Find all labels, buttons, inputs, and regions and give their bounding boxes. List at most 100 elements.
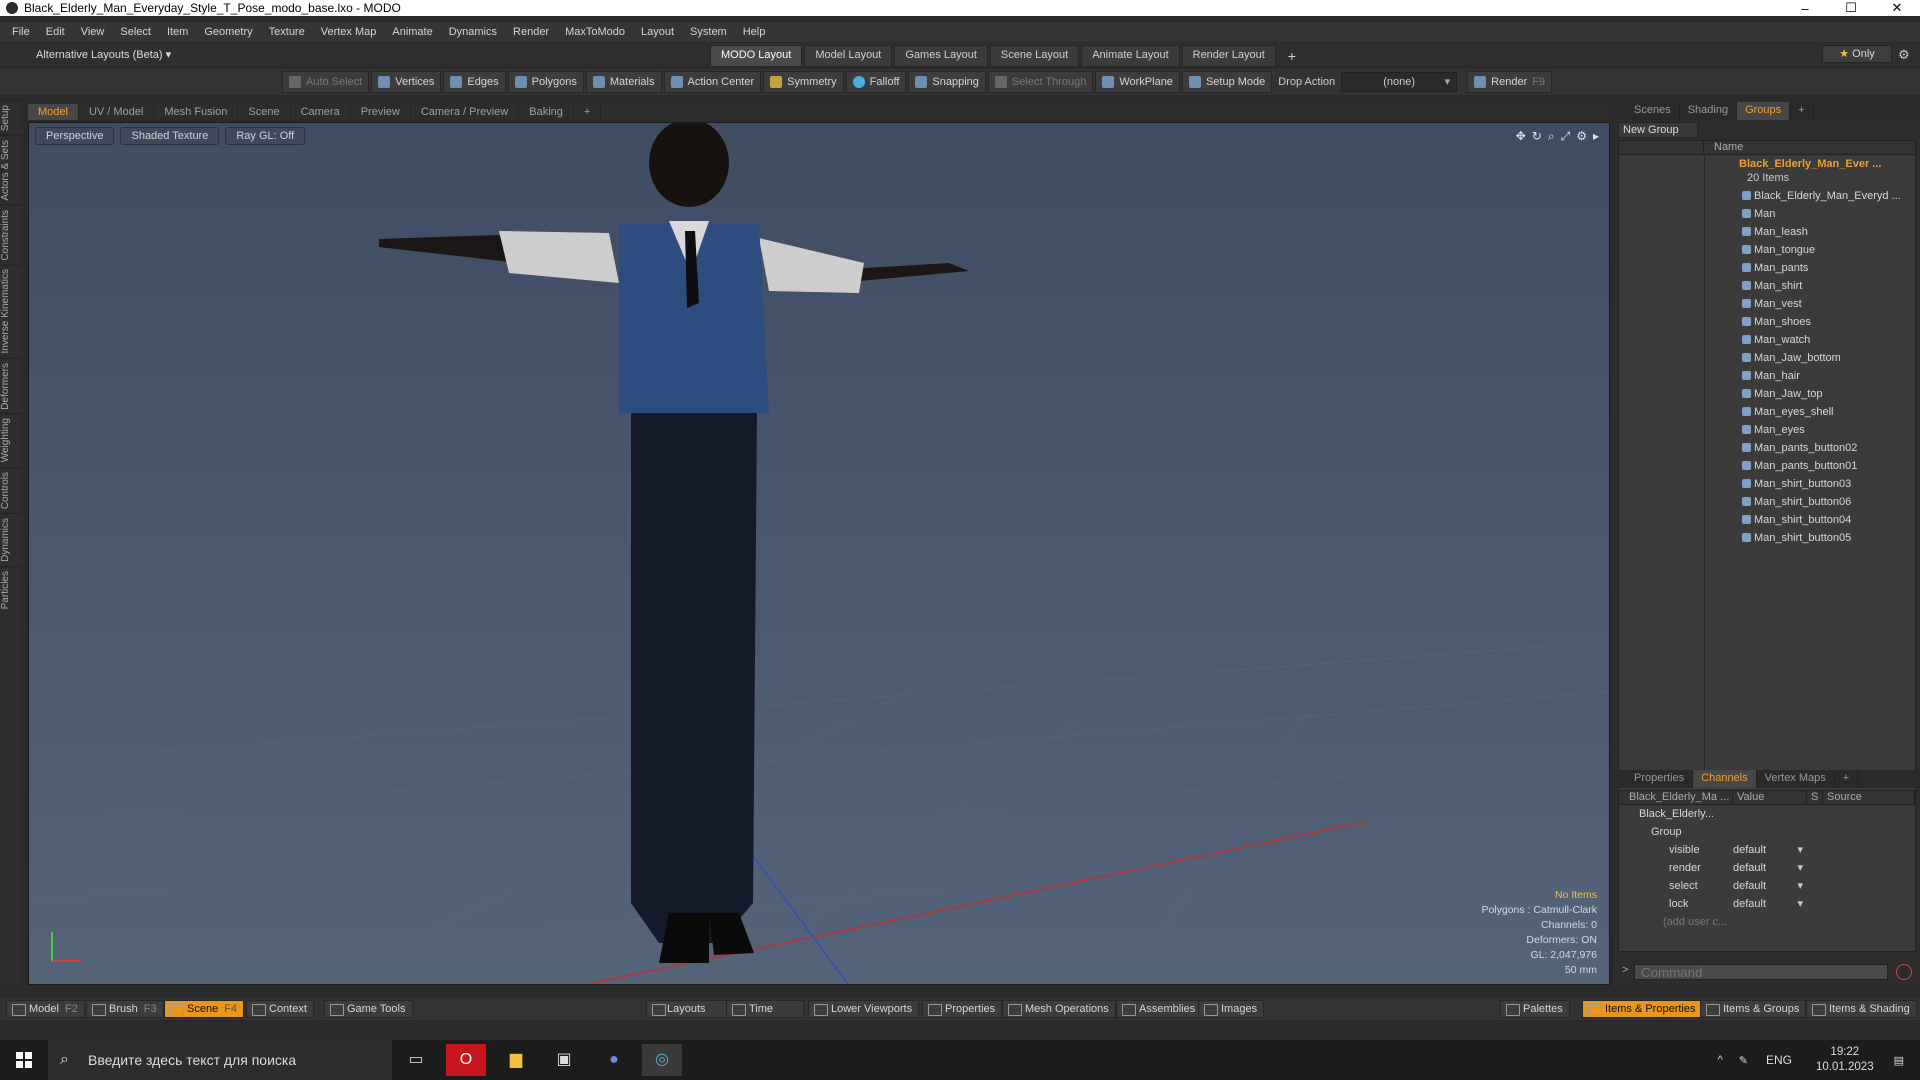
menu-file[interactable]: File xyxy=(4,26,38,38)
layout-tab-games[interactable]: Games Layout xyxy=(894,45,988,67)
channel-value-dropdown[interactable]: default ▾ xyxy=(1733,895,1807,913)
task-view-icon[interactable]: ▭ xyxy=(396,1044,436,1076)
list-item[interactable]: Man_shirt_button06 xyxy=(1619,493,1915,511)
left-tab-inverse-kinematics[interactable]: Inverse Kinematics xyxy=(0,264,22,358)
chevron-up-icon[interactable]: ^ xyxy=(1718,1054,1723,1066)
bottom-images-button[interactable]: Images xyxy=(1198,1000,1265,1018)
bottom-mesh-operations-button[interactable]: Mesh Operations xyxy=(1002,1000,1116,1018)
menu-layout[interactable]: Layout xyxy=(633,26,682,38)
list-item[interactable]: Man_Jaw_bottom xyxy=(1619,349,1915,367)
list-item[interactable]: Man_vest xyxy=(1619,295,1915,313)
menu-vertex-map[interactable]: Vertex Map xyxy=(313,26,385,38)
menu-edit[interactable]: Edit xyxy=(38,26,73,38)
menu-system[interactable]: System xyxy=(682,26,735,38)
left-tab-dynamics[interactable]: Dynamics xyxy=(0,513,22,566)
list-item[interactable]: Man xyxy=(1619,205,1915,223)
edges-button[interactable]: Edges xyxy=(443,71,506,93)
left-tab-weighting[interactable]: Weighting xyxy=(0,413,22,467)
menu-help[interactable]: Help xyxy=(735,26,774,38)
minimize-button[interactable]: – xyxy=(1782,1,1828,16)
list-item[interactable]: Man_hair xyxy=(1619,367,1915,385)
list-item[interactable]: Man_pants_button02 xyxy=(1619,439,1915,457)
rotate-icon[interactable]: ↻ xyxy=(1532,129,1542,144)
left-tab-constraints[interactable]: Constraints xyxy=(0,204,22,265)
bottom-context-button[interactable]: Context xyxy=(246,1000,314,1018)
command-input[interactable] xyxy=(1634,964,1888,980)
maximize-button[interactable]: ☐ xyxy=(1828,0,1874,16)
bottom-layouts-button[interactable]: Layouts xyxy=(646,1000,727,1018)
bottom-properties-button[interactable]: Properties xyxy=(922,1000,1003,1018)
menu-maxtomodo[interactable]: MaxToModo xyxy=(557,26,633,38)
list-item[interactable]: Man_pants xyxy=(1619,259,1915,277)
group-row[interactable]: Black_Elderly_Man_Ever ... 20 Items xyxy=(1619,155,1915,187)
taskbar-clock[interactable]: 19:22 10.01.2023 xyxy=(1816,1045,1874,1075)
bottom-assemblies-button[interactable]: Assemblies xyxy=(1116,1000,1203,1018)
left-tab-particles[interactable]: Particles xyxy=(0,565,22,614)
list-item[interactable]: Man_shirt xyxy=(1619,277,1915,295)
add-viewport-tab-button[interactable]: + xyxy=(574,104,602,120)
workplane-button[interactable]: WorkPlane xyxy=(1095,71,1180,93)
layout-tab-model[interactable]: Model Layout xyxy=(804,45,893,67)
only-button[interactable]: ★ Only xyxy=(1822,45,1892,63)
shaded-texture-dropdown[interactable]: Shaded Texture xyxy=(120,127,220,145)
channel-group-row[interactable]: Group xyxy=(1619,823,1915,841)
vertices-button[interactable]: Vertices xyxy=(371,71,442,93)
tab-baking[interactable]: Baking xyxy=(519,104,574,120)
add-panel-tab-button[interactable]: + xyxy=(1790,102,1814,120)
bottom-brush-button[interactable]: Brush F3 xyxy=(86,1000,164,1018)
layout-tab-animate[interactable]: Animate Layout xyxy=(1081,45,1180,67)
file-explorer-icon[interactable]: ▆ xyxy=(496,1044,536,1076)
list-item[interactable]: Man_shirt_button04 xyxy=(1619,511,1915,529)
list-item[interactable]: Man_watch xyxy=(1619,331,1915,349)
taskbar-search-box[interactable]: ⌕ Введите здесь текст для поиска xyxy=(48,1040,392,1080)
channel-row[interactable]: visible default ▾ xyxy=(1619,841,1915,859)
action-center-button[interactable]: Action Center xyxy=(663,71,762,93)
list-item[interactable]: Man_eyes xyxy=(1619,421,1915,439)
channel-row[interactable]: select default ▾ xyxy=(1619,877,1915,895)
bottom-items-groups-button[interactable]: Items & Groups xyxy=(1700,1000,1807,1018)
groups-list[interactable]: Name Black_Elderly_Man_Ever ... 20 Items… xyxy=(1618,140,1916,862)
tab-scene[interactable]: Scene xyxy=(238,104,291,120)
tab-scenes[interactable]: Scenes xyxy=(1614,102,1680,120)
network-icon[interactable]: ✎ xyxy=(1739,1054,1748,1067)
drop-action-dropdown[interactable]: (none) xyxy=(1341,72,1458,92)
bottom-palettes-button[interactable]: Palettes xyxy=(1500,1000,1570,1018)
notifications-icon[interactable]: ▤ xyxy=(1894,1054,1904,1067)
tab-model[interactable]: Model xyxy=(28,104,79,120)
tab-groups[interactable]: Groups xyxy=(1737,102,1791,120)
left-tab-setup[interactable]: Setup xyxy=(0,100,22,136)
language-indicator[interactable]: ENG xyxy=(1766,1053,1792,1067)
channel-row[interactable]: lock default ▾ xyxy=(1619,895,1915,913)
add-channel-tab-button[interactable]: + xyxy=(1835,770,1859,788)
menu-texture[interactable]: Texture xyxy=(261,26,313,38)
list-item[interactable]: Man_eyes_shell xyxy=(1619,403,1915,421)
channel-value-dropdown[interactable]: default ▾ xyxy=(1733,859,1807,877)
menu-render[interactable]: Render xyxy=(505,26,557,38)
list-item[interactable]: Man_shoes xyxy=(1619,313,1915,331)
pan-icon[interactable]: ✥ xyxy=(1516,129,1526,144)
setup-mode-button[interactable]: Setup Mode xyxy=(1181,71,1273,93)
channel-item-column-header[interactable]: Black_Elderly_Ma ... xyxy=(1619,791,1733,804)
bottom-model-button[interactable]: Model F2 xyxy=(6,1000,85,1018)
left-tab-controls[interactable]: Controls xyxy=(0,466,22,514)
render-button[interactable]: Render F9 xyxy=(1467,71,1553,93)
list-item[interactable]: Man_leash xyxy=(1619,223,1915,241)
command-record-button[interactable] xyxy=(1896,964,1912,980)
tab-mesh-fusion[interactable]: Mesh Fusion xyxy=(154,104,239,120)
add-user-channel-row[interactable]: (add user c... xyxy=(1619,913,1915,931)
channel-value-dropdown[interactable]: default ▾ xyxy=(1733,877,1807,895)
snapping-button[interactable]: Snapping xyxy=(908,71,986,93)
source-column-header[interactable]: Source xyxy=(1823,791,1915,804)
layout-tab-render[interactable]: Render Layout xyxy=(1181,45,1276,67)
menu-dynamics[interactable]: Dynamics xyxy=(441,26,505,38)
name-column-header[interactable]: Name xyxy=(1704,141,1743,154)
bottom-game-tools-button[interactable]: Game Tools xyxy=(324,1000,413,1018)
list-item[interactable]: Man_pants_button01 xyxy=(1619,457,1915,475)
tab-camera[interactable]: Camera xyxy=(291,104,351,120)
ray-gl-toggle[interactable]: Ray GL: Off xyxy=(225,127,306,145)
close-button[interactable]: ✕ xyxy=(1874,0,1920,16)
menu-animate[interactable]: Animate xyxy=(384,26,440,38)
select-through-button[interactable]: Select Through xyxy=(987,71,1094,93)
layout-tab-scene[interactable]: Scene Layout xyxy=(989,45,1080,67)
list-item[interactable]: Man_shirt_button05 xyxy=(1619,529,1915,547)
